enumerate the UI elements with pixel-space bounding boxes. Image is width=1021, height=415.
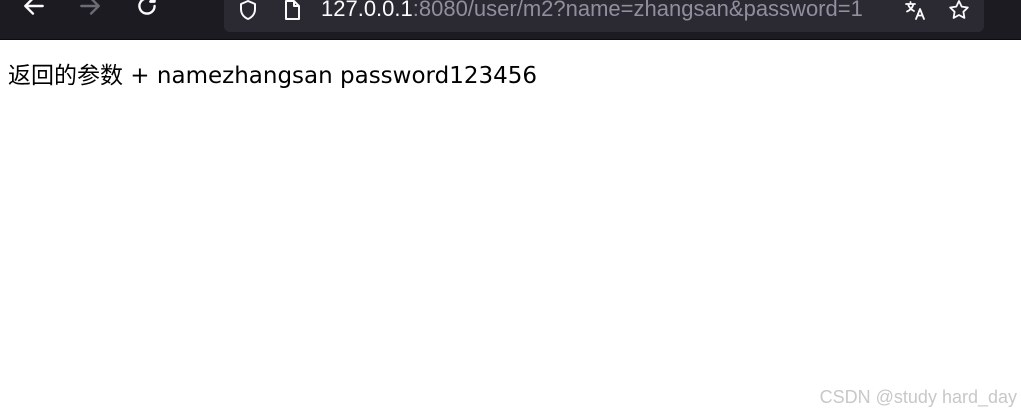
url-host: 127.0.0.1 — [321, 0, 413, 21]
page-response-text: 返回的参数 + namezhangsan password123456 — [8, 63, 537, 89]
url-rest: :8080/user/m2?name=zhangsan&password=1 — [412, 0, 863, 21]
shield-icon[interactable] — [234, 0, 262, 24]
star-icon[interactable] — [945, 0, 973, 24]
reload-icon — [138, 0, 156, 15]
reload-button[interactable] — [129, 0, 165, 24]
address-bar[interactable]: 127.0.0.1:8080/user/m2?name=zhangsan&pas… — [224, 0, 984, 32]
arrow-right-icon — [80, 0, 100, 15]
browser-toolbar: 127.0.0.1:8080/user/m2?name=zhangsan&pas… — [0, 0, 1021, 40]
back-button[interactable] — [16, 0, 52, 24]
page-icon[interactable] — [278, 0, 306, 24]
translate-icon[interactable] — [901, 0, 929, 24]
url-text[interactable]: 127.0.0.1:8080/user/m2?name=zhangsan&pas… — [321, 0, 897, 23]
watermark: CSDN @study hard_day — [819, 387, 1017, 407]
forward-button[interactable] — [72, 0, 108, 24]
arrow-left-icon — [24, 0, 44, 15]
